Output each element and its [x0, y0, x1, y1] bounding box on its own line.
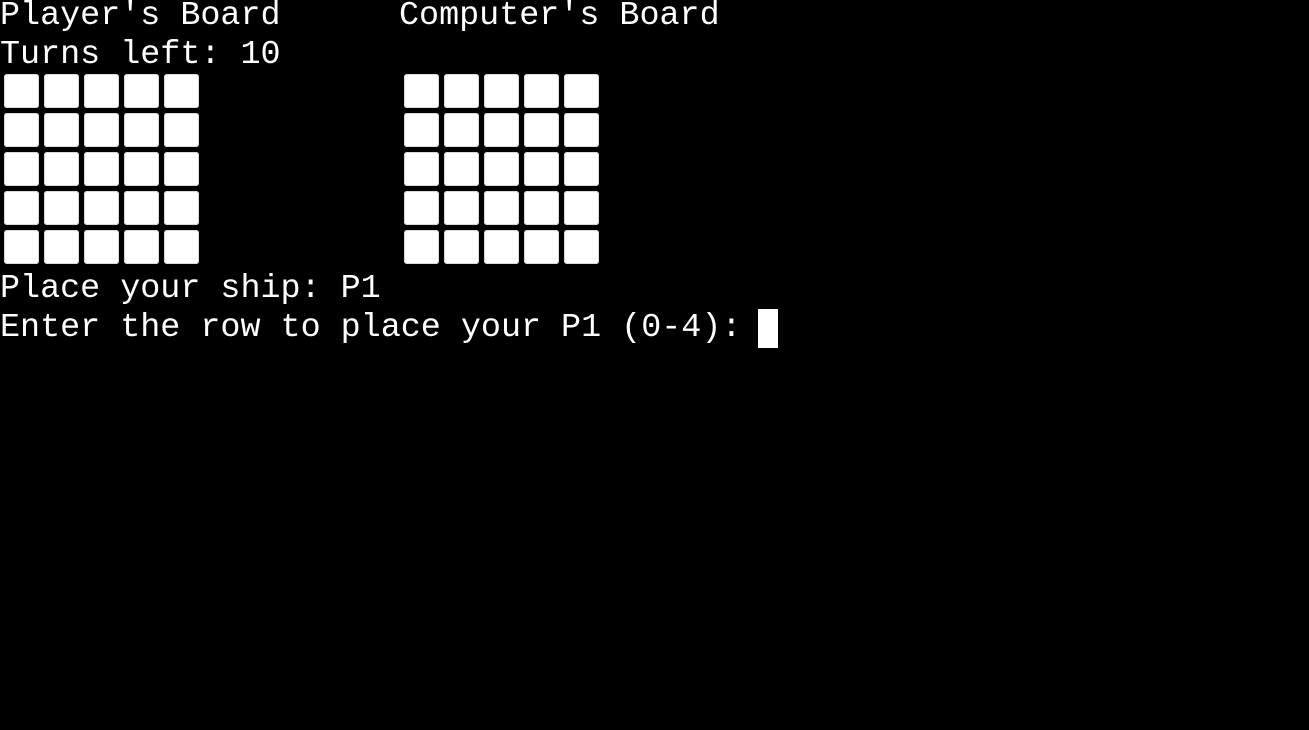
computer-board-cell [564, 191, 599, 225]
player-board-cell [124, 230, 159, 264]
player-board-cell [44, 113, 79, 147]
computer-board-cell [524, 152, 559, 186]
computer-board-cell [444, 113, 479, 147]
player-board-cell [124, 74, 159, 108]
computer-board-cell [524, 230, 559, 264]
player-board-cell [44, 152, 79, 186]
computer-board-cell [444, 191, 479, 225]
player-board-cell [4, 230, 39, 264]
row-input[interactable] [758, 309, 1278, 348]
computer-board-cell [484, 191, 519, 225]
computer-board-title: Computer's Board [399, 0, 720, 35]
player-board-cell [84, 152, 119, 186]
computer-board-cell [444, 74, 479, 108]
player-board [4, 74, 199, 264]
player-board-cell [84, 191, 119, 225]
player-board-cell [4, 191, 39, 225]
player-board-cell [124, 152, 159, 186]
turns-left-text: Turns left: 10 [0, 36, 281, 74]
computer-board-cell [484, 152, 519, 186]
player-board-cell [4, 113, 39, 147]
player-board-cell [4, 74, 39, 108]
computer-board-cell [484, 230, 519, 264]
player-board-cell [164, 74, 199, 108]
computer-board-cell [404, 152, 439, 186]
player-board-cell [164, 152, 199, 186]
computer-board-cell [404, 191, 439, 225]
computer-board-cell [524, 113, 559, 147]
computer-board-cell [444, 230, 479, 264]
player-board-cell [84, 113, 119, 147]
computer-board-cell [564, 74, 599, 108]
row-prompt-text: Enter the row to place your P1 (0-4): [0, 309, 762, 347]
computer-board-cell [524, 74, 559, 108]
computer-board-cell [484, 113, 519, 147]
player-board-cell [164, 191, 199, 225]
computer-board-cell [564, 152, 599, 186]
player-board-cell [4, 152, 39, 186]
player-board-cell [124, 191, 159, 225]
computer-board-cell [404, 74, 439, 108]
player-board-cell [84, 230, 119, 264]
computer-board-cell [564, 230, 599, 264]
player-board-cell [44, 230, 79, 264]
player-board-cell [164, 113, 199, 147]
player-board-cell [44, 191, 79, 225]
player-board-cell [84, 74, 119, 108]
computer-board-cell [564, 113, 599, 147]
player-board-cell [164, 230, 199, 264]
computer-board [404, 74, 599, 264]
player-board-cell [124, 113, 159, 147]
player-board-cell [44, 74, 79, 108]
place-ship-text: Place your ship: P1 [0, 270, 381, 308]
computer-board-cell [404, 113, 439, 147]
computer-board-cell [484, 74, 519, 108]
computer-board-cell [444, 152, 479, 186]
computer-board-cell [524, 191, 559, 225]
computer-board-cell [404, 230, 439, 264]
player-board-title: Player's Board [0, 0, 281, 35]
